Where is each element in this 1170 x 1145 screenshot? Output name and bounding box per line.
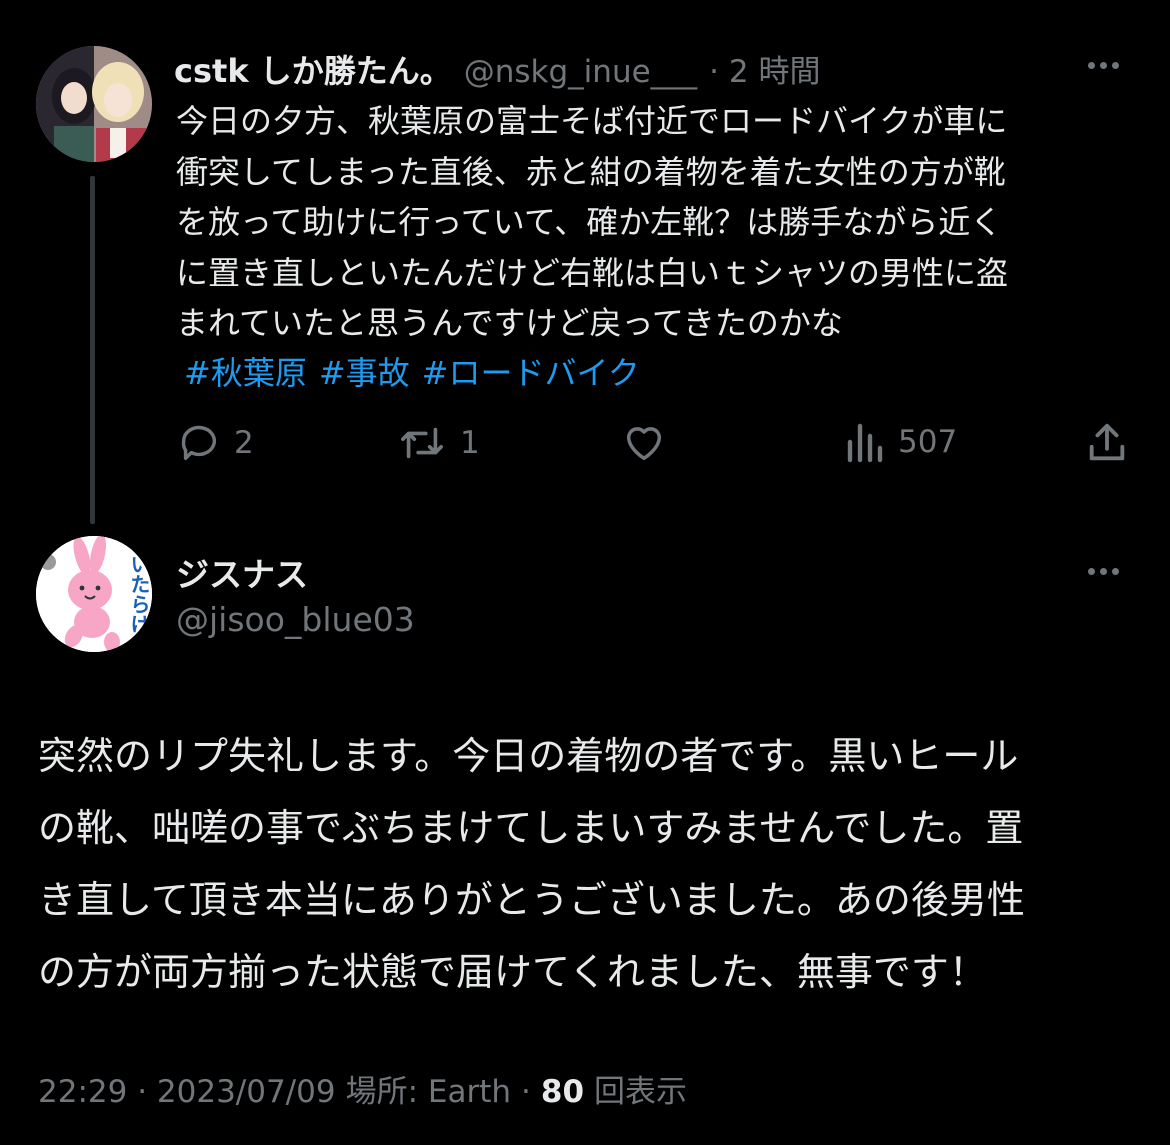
share-button[interactable] xyxy=(1084,420,1130,466)
text-line: き直して頂き本当にありがとうございました。あの後男性 xyxy=(38,878,1025,922)
more-icon[interactable] xyxy=(1088,568,1119,575)
hashtag-link[interactable]: #秋葉原 xyxy=(184,348,307,394)
user-handle[interactable]: @nskg_inue___ xyxy=(464,54,697,90)
display-name[interactable]: ジスナス xyxy=(176,548,308,596)
like-button[interactable] xyxy=(620,420,668,466)
text-line: 突然のリプ失礼します。今日の着物の者です。黒いヒール xyxy=(38,734,1019,778)
text-line: 今日の夕方、秋葉原の富士そば付近でロードバイクが車に xyxy=(176,102,1008,140)
views-icon xyxy=(847,423,883,463)
avatar-jisoo[interactable]: いたらけ xyxy=(36,536,152,652)
hashtag-link[interactable]: #ロードバイク xyxy=(422,348,640,394)
text-line: を放って助けに行っていて、確か左靴？は勝手ながら近く xyxy=(176,203,1003,241)
reply-count: 2 xyxy=(234,425,254,461)
retweet-icon xyxy=(401,427,443,459)
view-count: 507 xyxy=(898,424,958,460)
reply-button[interactable]: 2 xyxy=(176,420,254,466)
reply-text: 突然のリプ失礼します。今日の着物の者です。黒いヒール の靴、咄嗟の事でぶちまけて… xyxy=(38,720,1025,1008)
like-icon xyxy=(626,427,662,461)
timestamp[interactable]: 22:29 · 2023/07/09 xyxy=(38,1074,336,1110)
share-icon xyxy=(1089,423,1125,461)
location: 場所: Earth xyxy=(345,1074,512,1110)
text-line: に置き直しといたんだけど右靴は白いｔシャツの男性に盗 xyxy=(176,253,1009,292)
text-line: まれていたと思うんですけど戻ってきたのかな xyxy=(176,304,843,342)
more-icon[interactable] xyxy=(1088,62,1119,69)
text-line: 衝突してしまった直後、赤と紺の着物を着た女性の方が靴 xyxy=(176,152,1006,191)
tweet-text: 今日の夕方、秋葉原の富士そば付近でロードバイクが車に 衝突してしまった直後、赤と… xyxy=(176,96,1008,349)
user-handle[interactable]: @jisoo_blue03 xyxy=(176,600,415,639)
tweet-time[interactable]: · 2 時間 xyxy=(709,46,820,91)
tweet-header: cstk しか勝たん。 @nskg_inue___ · 2 時間 xyxy=(174,46,820,90)
retweet-count: 1 xyxy=(460,425,480,461)
view-count: 80 xyxy=(540,1074,585,1110)
thread-connector-line xyxy=(90,176,95,524)
anime-avatar-image xyxy=(36,46,152,162)
text-line: の方が両方揃った状態で届けてくれました、無事です！ xyxy=(38,950,987,994)
view-label: 回表示 xyxy=(594,1074,688,1110)
views-button[interactable]: 507 xyxy=(846,420,957,464)
hashtag-list: #秋葉原 #事故 #ロードバイク xyxy=(184,348,640,394)
tweet-metadata: 22:29 · 2023/07/09 場所: Earth · 80 回表示 xyxy=(38,1066,687,1111)
reply-icon xyxy=(181,425,217,461)
display-name[interactable]: cstk しか勝たん。 xyxy=(174,46,452,92)
hashtag-link[interactable]: #事故 xyxy=(319,348,410,394)
retweet-button[interactable]: 1 xyxy=(396,420,480,466)
text-line: の靴、咄嗟の事でぶちまけてしまいすみませんでした。置 xyxy=(38,806,1024,850)
avatar-text: いたらけ xyxy=(127,554,151,634)
avatar-cstk[interactable] xyxy=(36,46,152,162)
separator: · xyxy=(521,1074,531,1110)
